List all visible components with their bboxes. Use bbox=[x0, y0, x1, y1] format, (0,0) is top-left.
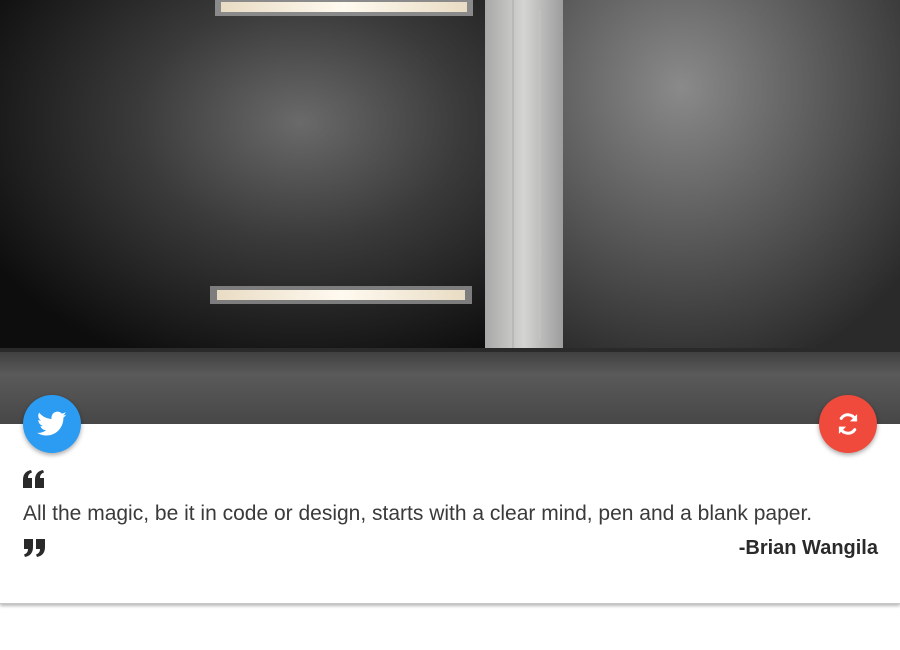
quote-card: All the magic, be it in code or design, … bbox=[0, 0, 900, 604]
quote-close-icon bbox=[24, 539, 45, 557]
quote-open-icon bbox=[23, 470, 44, 488]
twitter-icon bbox=[37, 411, 67, 436]
quote-author: -Brian Wangila bbox=[738, 537, 878, 559]
tweet-quote-button[interactable] bbox=[23, 395, 81, 453]
new-quote-button[interactable] bbox=[819, 395, 877, 453]
quote-text: All the magic, be it in code or design, … bbox=[23, 502, 813, 525]
hero-image bbox=[0, 0, 900, 424]
refresh-icon bbox=[838, 413, 858, 435]
